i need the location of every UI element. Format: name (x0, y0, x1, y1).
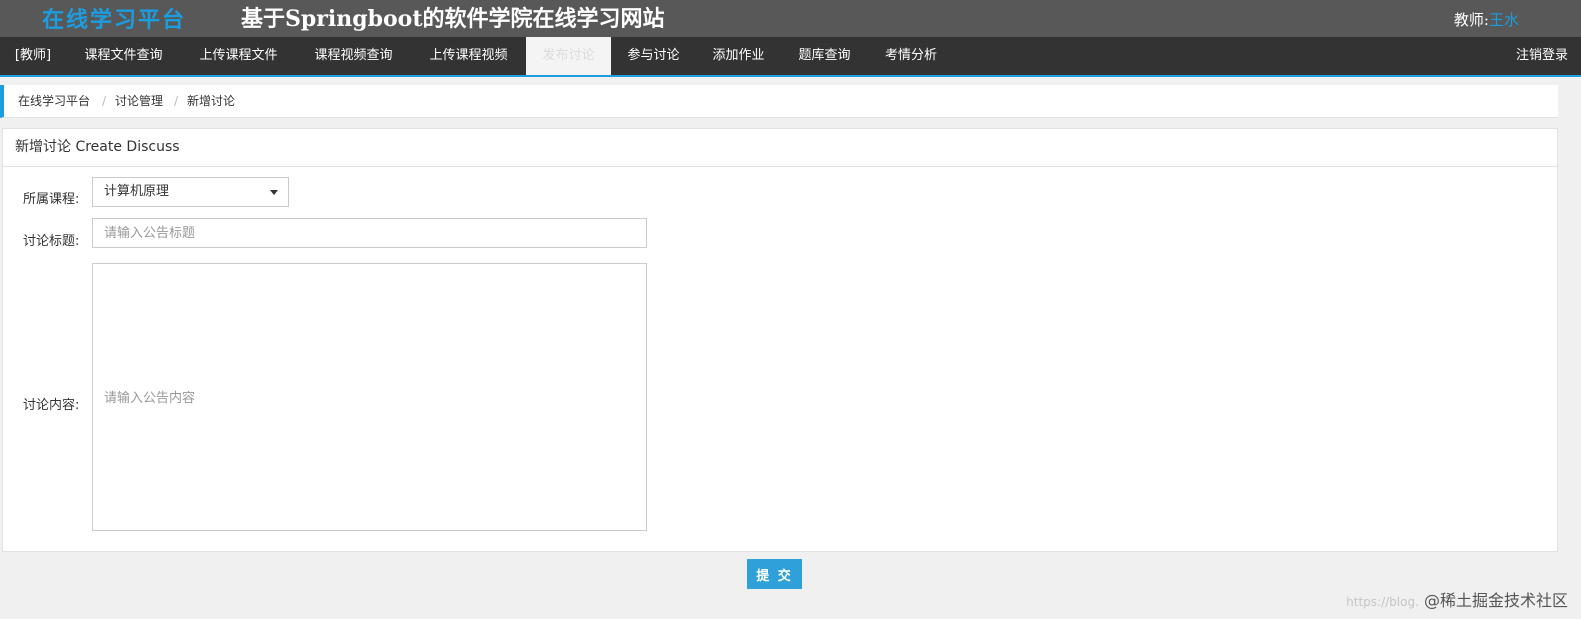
top-header: 在线学习平台 基于Springboot的软件学院在线学习网站 教师:王水 (0, 0, 1581, 37)
watermark-url: https://blog. (1346, 595, 1419, 609)
nav-add-homework[interactable]: 添加作业 (696, 37, 781, 75)
course-select[interactable]: 计算机原理 (92, 177, 289, 207)
nav-role-teacher[interactable]: [教师] (0, 37, 66, 75)
user-role-label: 教师: (1453, 11, 1489, 29)
course-selected-value: 计算机原理 (104, 184, 170, 199)
logout-link[interactable]: 注销登录 (1516, 37, 1568, 75)
panel-title: 新增讨论 Create Discuss (3, 129, 1557, 167)
submit-button[interactable]: 提 交 (747, 559, 802, 589)
nav-publish-discussion[interactable]: 发布讨论 (526, 37, 611, 75)
watermark: https://blog. @稀土掘金技术社区 (1346, 587, 1568, 611)
site-title: 基于Springboot的软件学院在线学习网站 (241, 6, 665, 32)
nav-upload-course-video[interactable]: 上传课程视频 (411, 37, 526, 75)
user-name-link[interactable]: 王水 (1489, 11, 1519, 29)
title-label: 讨论标题: (23, 234, 80, 249)
breadcrumb-discussion-mgmt[interactable]: 讨论管理 (115, 85, 163, 117)
breadcrumb: 在线学习平台 / 讨论管理 / 新增讨论 (0, 85, 1558, 118)
chevron-down-icon (270, 190, 278, 195)
content-label: 讨论内容: (23, 398, 80, 413)
nav-upload-course-file[interactable]: 上传课程文件 (181, 37, 296, 75)
watermark-text: @稀土掘金技术社区 (1423, 591, 1568, 610)
course-label: 所属课程: (23, 192, 80, 207)
breadcrumb-current: 新增讨论 (187, 94, 236, 108)
nav-question-bank[interactable]: 题库查询 (781, 37, 868, 75)
nav-join-discussion[interactable]: 参与讨论 (611, 37, 696, 75)
create-discussion-panel: 新增讨论 Create Discuss 所属课程: 计算机原理 讨论标题: 讨论… (2, 128, 1558, 552)
discussion-content-textarea[interactable] (92, 263, 647, 531)
nav-course-file-query[interactable]: 课程文件查询 (66, 37, 181, 75)
breadcrumb-separator: / (174, 94, 179, 108)
nav-course-video-query[interactable]: 课程视频查询 (296, 37, 411, 75)
nav-exam-analysis[interactable]: 考情分析 (868, 37, 954, 75)
breadcrumb-home[interactable]: 在线学习平台 (18, 85, 90, 117)
brand-logo-text: 在线学习平台 (42, 7, 187, 33)
breadcrumb-separator: / (102, 94, 107, 108)
user-info: 教师:王水 (1454, 9, 1519, 30)
discussion-title-input[interactable] (92, 218, 647, 248)
main-nav: [教师] 课程文件查询 上传课程文件 课程视频查询 上传课程视频 发布讨论 参与… (0, 37, 1581, 77)
